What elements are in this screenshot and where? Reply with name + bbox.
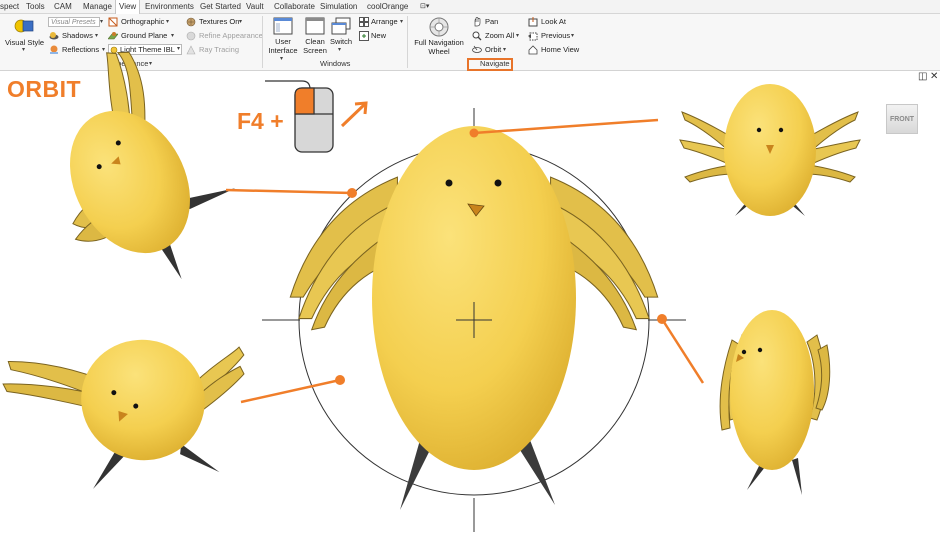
chick-top-right (679, 84, 861, 216)
orbit-scene (2, 51, 861, 532)
chick-top-left (70, 51, 236, 280)
chick-bottom-right (719, 310, 831, 495)
chick-bottom-left (2, 339, 245, 489)
